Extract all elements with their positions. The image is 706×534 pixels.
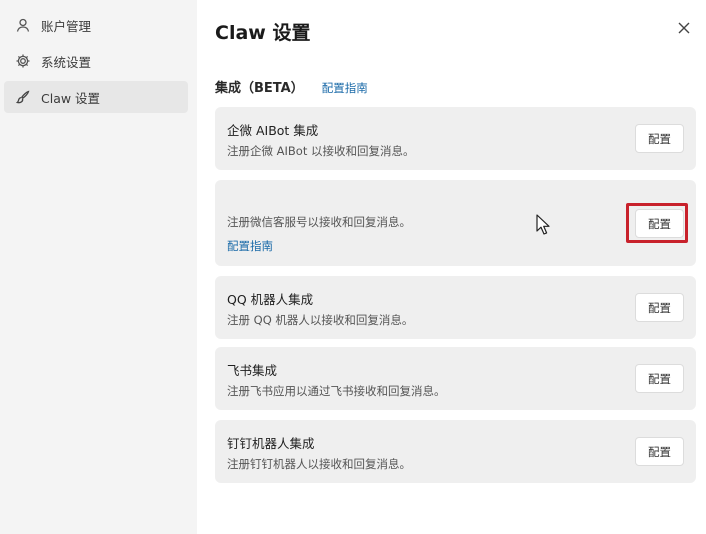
integration-card-wecom-aibot: 企微 AIBot 集成 注册企微 AIBot 以接收和回复消息。 配置 [215,107,696,170]
app-window: 账户管理 系统设置 Claw 设置 Claw 设置 集成（BETA） 配置指南 … [0,0,706,534]
configure-button[interactable]: 配置 [635,364,684,393]
page-title: Claw 设置 [215,22,311,44]
sidebar-item-label: 账户管理 [41,18,92,34]
close-icon [678,22,690,34]
user-icon [14,16,32,34]
integration-card-dingtalk-bot: 钉钉机器人集成 注册钉钉机器人以接收和回复消息。 配置 [215,420,696,483]
card-description: 注册微信客服号以接收和回复消息。 [227,215,411,229]
configure-button[interactable]: 配置 [635,437,684,466]
card-title: QQ 机器人集成 [227,292,314,307]
gear-icon [14,52,32,70]
integration-card-qq-bot: QQ 机器人集成 注册 QQ 机器人以接收和回复消息。 配置 [215,276,696,339]
main-panel: Claw 设置 集成（BETA） 配置指南 企微 AIBot 集成 注册企微 A… [197,0,706,534]
sidebar-item-claw[interactable]: Claw 设置 [4,81,188,113]
integration-card-wechat-service: 注册微信客服号以接收和回复消息。 配置指南 配置 [215,180,696,266]
config-guide-link[interactable]: 配置指南 [322,80,368,96]
sidebar-item-label: 系统设置 [41,54,92,70]
highlight-box [626,203,688,243]
sidebar-item-label: Claw 设置 [41,90,101,106]
section-header: 集成（BETA） 配置指南 [215,77,368,96]
close-button[interactable] [675,19,693,37]
integration-card-feishu: 飞书集成 注册飞书应用以通过飞书接收和回复消息。 配置 [215,347,696,410]
mouse-pointer-icon [536,214,550,235]
card-title: 钉钉机器人集成 [227,436,315,451]
sidebar-item-account[interactable]: 账户管理 [4,9,188,41]
card-description: 注册钉钉机器人以接收和回复消息。 [227,457,411,471]
card-description: 注册 QQ 机器人以接收和回复消息。 [227,313,414,327]
sidebar-item-system[interactable]: 系统设置 [4,45,188,77]
brush-icon [14,88,32,106]
configure-button[interactable]: 配置 [635,293,684,322]
card-description: 注册企微 AIBot 以接收和回复消息。 [227,144,415,158]
section-title: 集成（BETA） [215,81,304,96]
card-description: 注册飞书应用以通过飞书接收和回复消息。 [227,384,446,398]
configure-button[interactable]: 配置 [635,124,684,153]
card-title: 企微 AIBot 集成 [227,123,319,138]
sidebar: 账户管理 系统设置 Claw 设置 [0,0,197,534]
card-title: 飞书集成 [227,363,278,378]
config-guide-link[interactable]: 配置指南 [227,238,273,254]
